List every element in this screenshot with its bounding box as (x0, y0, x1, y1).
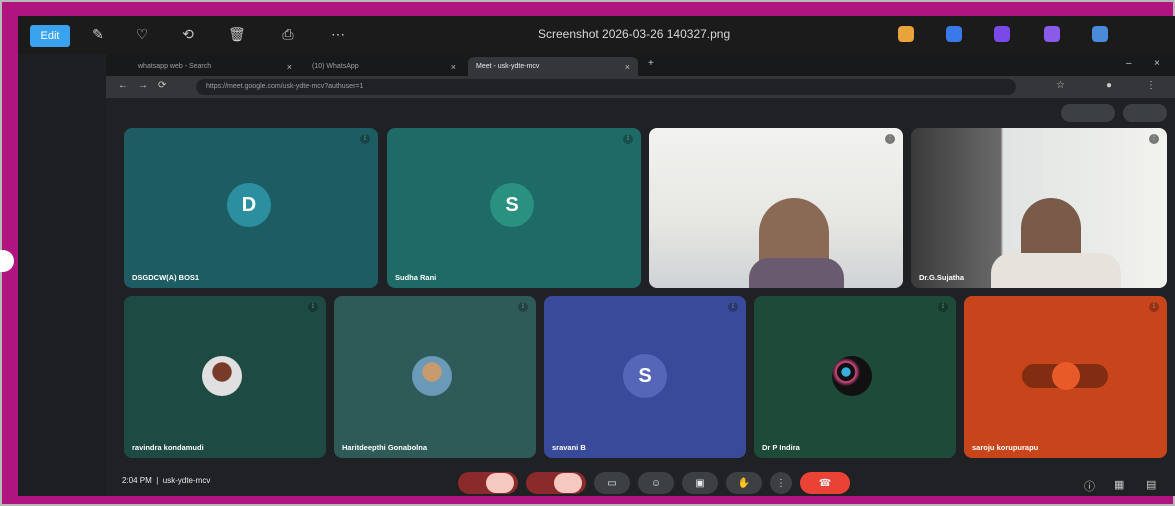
participant-tile[interactable]: D ⁞ DSGDCW(A) BOS1 (124, 128, 378, 288)
layout-button[interactable] (1123, 104, 1167, 122)
mic-icon: ⁞ (1149, 302, 1159, 312)
participant-video-tile[interactable]: ⁞ Dr.G.Sujatha (911, 128, 1167, 288)
tab-label: Meet - usk-ydte-mcv (476, 63, 540, 70)
forward-icon[interactable]: → (138, 80, 148, 91)
raise-hand-button[interactable]: ✋ (726, 472, 762, 494)
camera-toggle-button[interactable] (526, 472, 586, 494)
profile-icon[interactable]: ● (1106, 80, 1112, 91)
reload-icon[interactable]: ⟳ (158, 80, 166, 91)
rotate-icon[interactable]: ⟲ (180, 26, 196, 42)
meet-grid: D ⁞ DSGDCW(A) BOS1 S ⁞ Sudha Rani ⁞ ⁞ Dr… (106, 98, 1175, 496)
mic-icon: ⁞ (1149, 134, 1159, 144)
delete-icon[interactable]: 🗑 (228, 26, 246, 42)
tab-whatsapp[interactable]: (10) WhatsApp × (304, 57, 464, 76)
browser-window: whatsapp web - Search × (10) WhatsApp × Me… (106, 54, 1175, 496)
app-icon[interactable] (1044, 26, 1060, 42)
draw-icon[interactable]: ✎ (90, 26, 106, 42)
mic-icon: ⁞ (885, 134, 895, 144)
minimize-icon[interactable]: – (1126, 58, 1132, 69)
participant-photo (832, 356, 872, 396)
tab-strip: whatsapp web - Search × (10) WhatsApp × Me… (106, 54, 1175, 76)
self-view-tile[interactable]: ⁞ saroju korupurapu (964, 296, 1167, 458)
close-icon[interactable]: × (625, 62, 630, 72)
app-icon[interactable] (994, 26, 1010, 42)
print-icon[interactable]: ⎙ (280, 26, 296, 42)
participant-name: Sudha Rani (395, 273, 437, 282)
tab-meet[interactable]: Meet - usk-ydte-mcv × (468, 57, 638, 76)
participant-video (749, 258, 844, 288)
pin-icon[interactable] (1052, 362, 1080, 390)
participant-avatar: D (227, 183, 271, 227)
emoji-button[interactable]: ☺ (638, 472, 674, 494)
chat-icon[interactable]: ▤ (1146, 478, 1156, 491)
tab-label: whatsapp web - Search (138, 63, 212, 70)
participant-tile[interactable]: S ⁞ Sudha Rani (387, 128, 641, 288)
more-options-button[interactable]: ⋮ (770, 472, 792, 494)
extensions-icon[interactable]: ☆ (1056, 80, 1065, 91)
screenshot-viewer: Edit ✎ ♡ ⟲ 🗑 ⎙ ⋯ Screenshot 2026-03-26 1… (18, 16, 1175, 496)
end-call-button[interactable]: ☎ (800, 472, 850, 494)
tab-whatsapp-search[interactable]: whatsapp web - Search × (130, 57, 300, 76)
recording-indicator[interactable] (1061, 104, 1115, 122)
magenta-frame: Edit ✎ ♡ ⟲ 🗑 ⎙ ⋯ Screenshot 2026-03-26 1… (0, 0, 1175, 506)
meeting-code: usk-ydte-mcv (162, 476, 211, 485)
mic-toggle-button[interactable] (458, 472, 518, 494)
mic-icon: ⁞ (518, 302, 528, 312)
close-window-icon[interactable]: × (1154, 58, 1160, 69)
mic-icon: ⁞ (360, 134, 370, 144)
participant-tile[interactable]: ⁞ Haritdeepthi Gonabolna (334, 296, 536, 458)
participant-video (991, 253, 1121, 288)
participant-name: ravindra kondamudi (132, 443, 204, 452)
viewer-title: Screenshot 2026-03-26 140327.png (538, 27, 731, 41)
participant-photo (202, 356, 242, 396)
close-icon[interactable]: × (287, 62, 292, 72)
close-icon[interactable]: × (451, 62, 456, 72)
more-icon[interactable]: ⋯ (330, 26, 346, 42)
mic-icon: ⁞ (938, 302, 948, 312)
participant-tile[interactable]: ⁞ ravindra kondamudi (124, 296, 326, 458)
participant-avatar: S (490, 183, 534, 227)
app-icon[interactable] (898, 26, 914, 42)
time: 2:04 PM (122, 476, 152, 485)
edit-button[interactable]: Edit (30, 25, 70, 47)
favorite-icon[interactable]: ♡ (134, 26, 150, 42)
participant-tile[interactable]: ⁞ Dr P Indira (754, 296, 956, 458)
participant-photo (412, 356, 452, 396)
meet-controls: 2:04 PM | usk-ydte-mcv ▭ ☺ ▣ ✋ ⋮ ☎ ⓘ ▦ ▤ (106, 468, 1175, 496)
captions-button[interactable]: ▭ (594, 472, 630, 494)
image-viewer-toolbar: Edit ✎ ♡ ⟲ 🗑 ⎙ ⋯ Screenshot 2026-03-26 1… (18, 16, 1175, 54)
url-field[interactable]: https://meet.google.com/usk-ydte-mcv?aut… (196, 79, 1016, 95)
participant-name: Dr.G.Sujatha (919, 273, 965, 282)
back-icon[interactable]: ← (118, 80, 128, 91)
new-tab-icon[interactable]: + (648, 58, 654, 69)
present-button[interactable]: ▣ (682, 472, 718, 494)
participant-name: sravani B (552, 443, 586, 452)
mic-icon: ⁞ (623, 134, 633, 144)
mic-off-icon (486, 473, 514, 493)
app-icon[interactable] (946, 26, 962, 42)
mic-icon: ⁞ (728, 302, 738, 312)
menu-icon[interactable]: ⋮ (1146, 80, 1156, 91)
participant-name: Dr P Indira (762, 443, 800, 452)
app-icon[interactable] (1092, 26, 1108, 42)
participant-avatar: S (623, 354, 667, 398)
people-icon[interactable]: ▦ (1114, 478, 1124, 491)
tab-label: (10) WhatsApp (312, 63, 359, 70)
camera-off-icon (554, 473, 582, 493)
participant-video-tile[interactable]: ⁞ (649, 128, 903, 288)
info-icon[interactable]: ⓘ (1084, 478, 1095, 494)
participant-tile[interactable]: S ⁞ sravani B (544, 296, 746, 458)
participant-name: Haritdeepthi Gonabolna (342, 443, 428, 452)
participant-name: saroju korupurapu (972, 443, 1039, 452)
participant-name: DSGDCW(A) BOS1 (132, 273, 200, 282)
address-bar: ← → ⟳ https://meet.google.com/usk-ydte-m… (106, 76, 1175, 98)
mic-icon: ⁞ (308, 302, 318, 312)
meeting-time: 2:04 PM | usk-ydte-mcv (122, 476, 211, 485)
